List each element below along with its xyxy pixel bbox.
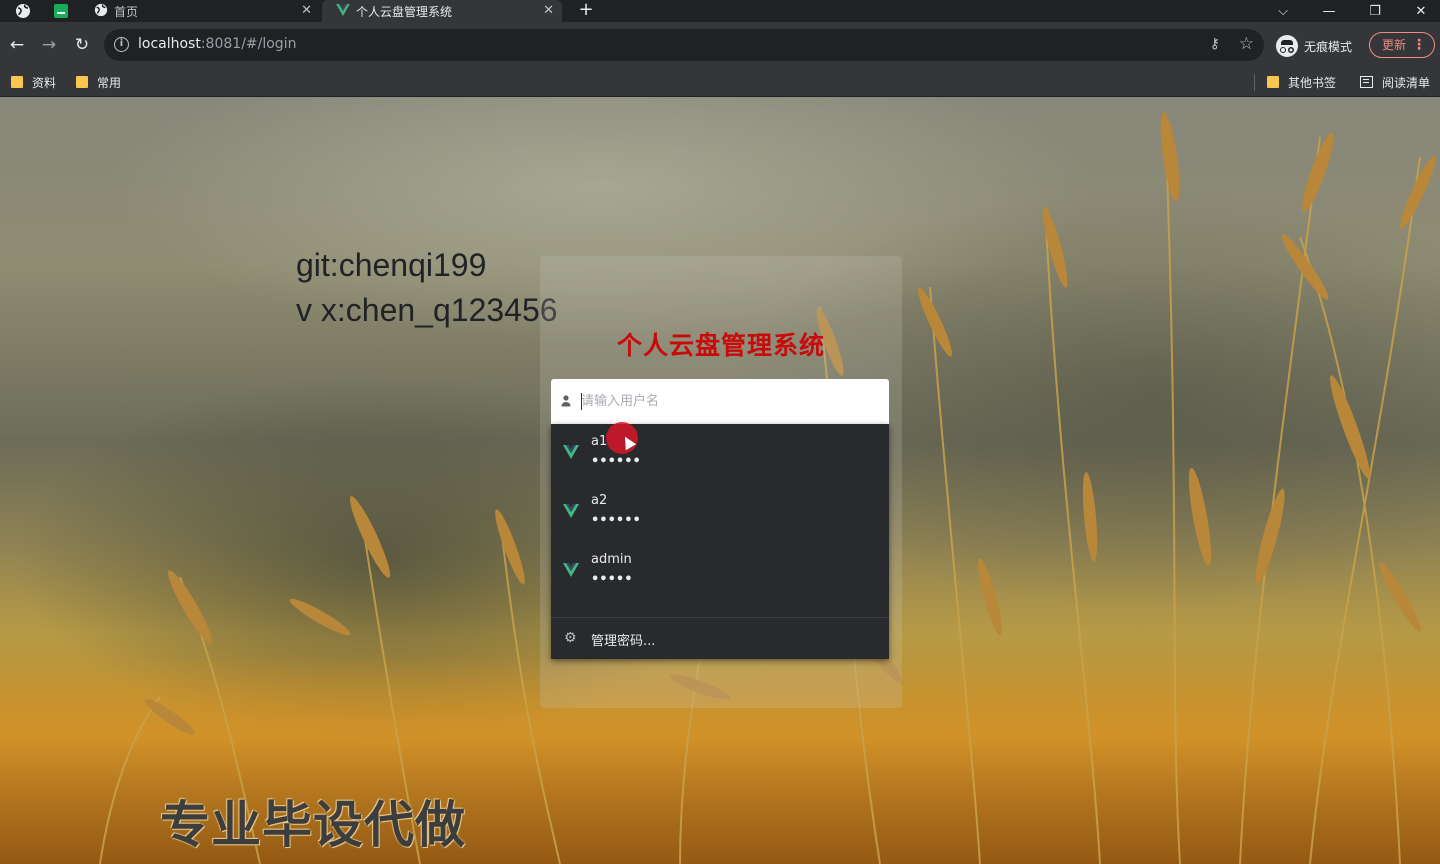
incognito-label: 无痕模式 <box>1304 39 1353 54</box>
other-bookmarks-label: 其他书签 <box>1288 75 1337 90</box>
site-info-icon[interactable]: i <box>114 37 129 52</box>
saved-password-mask: •••••• <box>591 513 641 528</box>
close-window-icon[interactable]: ✕ <box>1406 0 1436 22</box>
key-icon[interactable]: ⚷ <box>1210 36 1220 52</box>
globe-icon[interactable] <box>14 2 32 20</box>
vue-logo-icon <box>563 504 579 518</box>
tab-title: 首页 <box>114 4 139 19</box>
bookmarks-bar: 资料 常用 其他书签 阅读清单 <box>0 68 1440 97</box>
globe-icon <box>94 3 108 20</box>
minimize-icon[interactable]: — <box>1314 0 1344 22</box>
autocomplete-item-a2[interactable]: a2 •••••• <box>551 483 889 542</box>
vue-logo-icon <box>336 3 350 19</box>
incognito-profile[interactable]: 无痕模式 <box>1276 35 1352 57</box>
back-icon[interactable]: ← <box>5 33 29 57</box>
restore-icon[interactable]: ❐ <box>1360 0 1390 22</box>
login-title: 个人云盘管理系统 <box>616 331 825 360</box>
username-field[interactable] <box>551 379 889 424</box>
close-tab-icon[interactable]: ✕ <box>543 3 554 18</box>
vue-logo-icon <box>563 445 579 459</box>
vue-logo-icon <box>563 563 579 577</box>
folder-icon <box>76 76 88 88</box>
update-label: 更新 <box>1382 38 1407 52</box>
bookmark-star-icon[interactable]: ☆ <box>1239 34 1254 54</box>
incognito-icon <box>1276 35 1298 57</box>
saved-username: admin <box>591 552 632 567</box>
reading-list-label: 阅读清单 <box>1382 75 1431 90</box>
folder-icon <box>11 76 23 88</box>
reading-list[interactable]: 阅读清单 <box>1360 72 1430 92</box>
autocomplete-item-admin[interactable]: admin ••••• <box>551 542 889 601</box>
tab-search-icon[interactable]: ⌵ <box>1268 0 1298 22</box>
saved-password-mask: ••••• <box>591 572 633 587</box>
new-tab-button[interactable]: + <box>576 0 596 22</box>
bookmark-label: 资料 <box>32 75 57 90</box>
reading-list-icon <box>1360 76 1373 88</box>
update-button[interactable]: 更新 ⋮ <box>1369 32 1435 58</box>
other-bookmarks[interactable]: 其他书签 <box>1267 72 1336 92</box>
overlay-git-text: git:chenqi199 <box>296 247 487 283</box>
gear-icon: ⚙ <box>564 630 577 646</box>
forward-icon[interactable]: → <box>37 33 61 57</box>
tab-home[interactable]: 首页 ✕ <box>84 0 320 22</box>
address-bar[interactable]: i localhost:8081/#/login ⚷ ☆ <box>104 29 1264 61</box>
manage-passwords-label: 管理密码... <box>591 634 656 649</box>
reload-icon[interactable]: ↻ <box>70 33 94 57</box>
overlay-wechat-text: v x:chen_q123456 <box>296 292 558 328</box>
close-tab-icon[interactable]: ✕ <box>301 3 312 18</box>
menu-icon: ⋮ <box>1412 37 1426 53</box>
tab-title: 个人云盘管理系统 <box>356 4 453 19</box>
user-icon <box>561 395 571 407</box>
login-page: git:chenqi199 v x:chen_q123456 个人云盘管理系统 … <box>0 97 1440 864</box>
folder-icon <box>1267 76 1279 88</box>
saved-username: a2 <box>591 493 608 508</box>
tab-strip: 首页 ✕ 个人云盘管理系统 ✕ + ⌵ — ❐ ✕ <box>0 0 1440 22</box>
autocomplete-item-a1[interactable]: a1 •••••• <box>551 424 889 483</box>
bookmark-divider <box>1254 74 1255 91</box>
watermark-text: 专业毕设代做 <box>160 796 466 854</box>
bookmark-label: 常用 <box>97 75 122 90</box>
autocomplete-dropdown: a1 •••••• a2 •••••• admin ••••• ⚙ 管理密码..… <box>551 424 889 659</box>
text-caret <box>581 393 582 410</box>
app-green-icon[interactable] <box>52 2 70 20</box>
saved-password-mask: •••••• <box>591 454 641 469</box>
saved-username: a1 <box>591 434 608 449</box>
login-panel: 个人云盘管理系统 a1 •••••• a2 •••••• admin • <box>540 256 902 708</box>
bookmark-folder-ziliao[interactable]: 资料 <box>11 72 56 92</box>
username-input[interactable] <box>581 379 881 424</box>
url-text[interactable]: localhost:8081/#/login <box>138 36 296 52</box>
browser-toolbar: ← → ↻ i localhost:8081/#/login ⚷ ☆ 无痕模式 … <box>0 22 1440 68</box>
bookmark-folder-changyong[interactable]: 常用 <box>76 72 121 92</box>
tab-cloud-disk[interactable]: 个人云盘管理系统 ✕ <box>322 0 562 22</box>
manage-passwords-item[interactable]: ⚙ 管理密码... <box>551 618 889 659</box>
